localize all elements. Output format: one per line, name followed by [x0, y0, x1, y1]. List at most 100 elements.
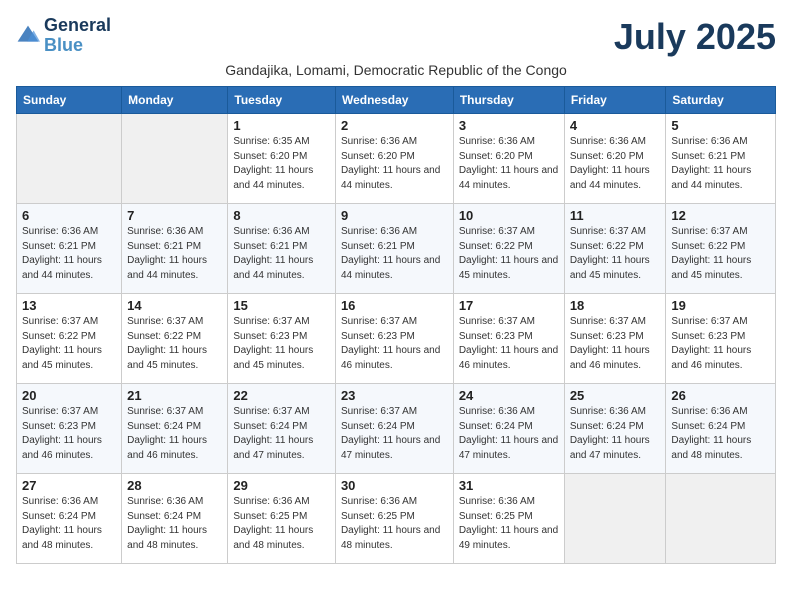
weekday-header: Sunday: [17, 87, 122, 114]
day-info: Sunrise: 6:36 AM Sunset: 6:20 PM Dayligh…: [459, 135, 559, 193]
day-info: Sunrise: 6:37 AM Sunset: 6:23 PM Dayligh…: [233, 315, 330, 373]
day-number: 23: [341, 388, 448, 403]
calendar-cell: [666, 474, 776, 564]
calendar-cell: 4 Sunrise: 6:36 AM Sunset: 6:20 PM Daylig…: [564, 114, 666, 204]
calendar-header-row: SundayMondayTuesdayWednesdayThursdayFrid…: [17, 87, 776, 114]
day-info: Sunrise: 6:37 AM Sunset: 6:23 PM Dayligh…: [22, 405, 116, 463]
day-number: 3: [459, 118, 559, 133]
day-number: 6: [22, 208, 116, 223]
day-info: Sunrise: 6:36 AM Sunset: 6:25 PM Dayligh…: [341, 495, 448, 553]
logo: General Blue: [16, 16, 111, 56]
day-info: Sunrise: 6:36 AM Sunset: 6:24 PM Dayligh…: [22, 495, 116, 553]
calendar-cell: 16 Sunrise: 6:37 AM Sunset: 6:23 PM Dayli…: [335, 294, 453, 384]
day-info: Sunrise: 6:36 AM Sunset: 6:25 PM Dayligh…: [459, 495, 559, 553]
calendar-cell: 8 Sunrise: 6:36 AM Sunset: 6:21 PM Daylig…: [228, 204, 336, 294]
calendar-cell: 12 Sunrise: 6:37 AM Sunset: 6:22 PM Dayli…: [666, 204, 776, 294]
weekday-header: Monday: [122, 87, 228, 114]
month-title: July 2025: [614, 16, 776, 58]
day-info: Sunrise: 6:37 AM Sunset: 6:22 PM Dayligh…: [127, 315, 222, 373]
calendar-cell: 25 Sunrise: 6:36 AM Sunset: 6:24 PM Dayli…: [564, 384, 666, 474]
day-info: Sunrise: 6:36 AM Sunset: 6:21 PM Dayligh…: [233, 225, 330, 283]
day-info: Sunrise: 6:36 AM Sunset: 6:24 PM Dayligh…: [671, 405, 770, 463]
day-info: Sunrise: 6:37 AM Sunset: 6:24 PM Dayligh…: [233, 405, 330, 463]
calendar-cell: 18Sunrise: 6:37 AM Sunset: 6:23 PM Dayli…: [564, 294, 666, 384]
day-info: Sunrise: 6:36 AM Sunset: 6:21 PM Dayligh…: [127, 225, 222, 283]
weekday-header: Saturday: [666, 87, 776, 114]
day-info: Sunrise: 6:37 AM Sunset: 6:22 PM Dayligh…: [671, 225, 770, 283]
logo-text: General Blue: [44, 16, 111, 56]
weekday-header: Friday: [564, 87, 666, 114]
day-info: Sunrise: 6:35 AM Sunset: 6:20 PM Dayligh…: [233, 135, 330, 193]
weekday-header: Thursday: [453, 87, 564, 114]
calendar-cell: 3 Sunrise: 6:36 AM Sunset: 6:20 PM Daylig…: [453, 114, 564, 204]
page-header: General Blue July 2025: [16, 16, 776, 58]
day-info: Sunrise: 6:36 AM Sunset: 6:20 PM Dayligh…: [570, 135, 661, 193]
day-info: Sunrise: 6:37 AM Sunset: 6:22 PM Dayligh…: [459, 225, 559, 283]
day-info: Sunrise: 6:37 AM Sunset: 6:24 PM Dayligh…: [341, 405, 448, 463]
calendar-cell: 21Sunrise: 6:37 AM Sunset: 6:24 PM Dayli…: [122, 384, 228, 474]
day-number: 26: [671, 388, 770, 403]
calendar-cell: 15 Sunrise: 6:37 AM Sunset: 6:23 PM Dayli…: [228, 294, 336, 384]
calendar-cell: 17Sunrise: 6:37 AM Sunset: 6:23 PM Dayli…: [453, 294, 564, 384]
calendar-week-row: 6 Sunrise: 6:36 AM Sunset: 6:21 PM Daylig…: [17, 204, 776, 294]
day-number: 28: [127, 478, 222, 493]
day-number: 13: [22, 298, 116, 313]
day-number: 19: [671, 298, 770, 313]
day-number: 2: [341, 118, 448, 133]
calendar-table: SundayMondayTuesdayWednesdayThursdayFrid…: [16, 86, 776, 564]
day-number: 15: [233, 298, 330, 313]
calendar-week-row: 1 Sunrise: 6:35 AM Sunset: 6:20 PM Daylig…: [17, 114, 776, 204]
page-subtitle: Gandajika, Lomami, Democratic Republic o…: [16, 62, 776, 78]
day-number: 21: [127, 388, 222, 403]
day-info: Sunrise: 6:36 AM Sunset: 6:21 PM Dayligh…: [671, 135, 770, 193]
day-info: Sunrise: 6:37 AM Sunset: 6:22 PM Dayligh…: [22, 315, 116, 373]
day-info: Sunrise: 6:36 AM Sunset: 6:25 PM Dayligh…: [233, 495, 330, 553]
day-number: 11: [570, 208, 661, 223]
calendar-cell: 26 Sunrise: 6:36 AM Sunset: 6:24 PM Dayli…: [666, 384, 776, 474]
calendar-cell: 19Sunrise: 6:37 AM Sunset: 6:23 PM Dayli…: [666, 294, 776, 384]
calendar-cell: 23 Sunrise: 6:37 AM Sunset: 6:24 PM Dayli…: [335, 384, 453, 474]
day-info: Sunrise: 6:36 AM Sunset: 6:24 PM Dayligh…: [459, 405, 559, 463]
day-info: Sunrise: 6:36 AM Sunset: 6:20 PM Dayligh…: [341, 135, 448, 193]
calendar-cell: [17, 114, 122, 204]
calendar-cell: 9Sunrise: 6:36 AM Sunset: 6:21 PM Daylig…: [335, 204, 453, 294]
day-info: Sunrise: 6:37 AM Sunset: 6:23 PM Dayligh…: [341, 315, 448, 373]
calendar-cell: 5Sunrise: 6:36 AM Sunset: 6:21 PM Daylig…: [666, 114, 776, 204]
day-number: 20: [22, 388, 116, 403]
day-info: Sunrise: 6:36 AM Sunset: 6:21 PM Dayligh…: [22, 225, 116, 283]
day-number: 22: [233, 388, 330, 403]
day-info: Sunrise: 6:36 AM Sunset: 6:24 PM Dayligh…: [570, 405, 661, 463]
calendar-cell: 31Sunrise: 6:36 AM Sunset: 6:25 PM Dayli…: [453, 474, 564, 564]
logo-icon: [16, 24, 40, 48]
day-number: 10: [459, 208, 559, 223]
day-number: 30: [341, 478, 448, 493]
day-info: Sunrise: 6:36 AM Sunset: 6:24 PM Dayligh…: [127, 495, 222, 553]
day-info: Sunrise: 6:37 AM Sunset: 6:23 PM Dayligh…: [459, 315, 559, 373]
day-number: 14: [127, 298, 222, 313]
day-number: 16: [341, 298, 448, 313]
calendar-cell: 1 Sunrise: 6:35 AM Sunset: 6:20 PM Daylig…: [228, 114, 336, 204]
day-number: 29: [233, 478, 330, 493]
day-number: 27: [22, 478, 116, 493]
day-number: 1: [233, 118, 330, 133]
calendar-cell: [564, 474, 666, 564]
calendar-cell: 6 Sunrise: 6:36 AM Sunset: 6:21 PM Daylig…: [17, 204, 122, 294]
day-number: 12: [671, 208, 770, 223]
day-number: 8: [233, 208, 330, 223]
calendar-cell: 22 Sunrise: 6:37 AM Sunset: 6:24 PM Dayli…: [228, 384, 336, 474]
day-number: 25: [570, 388, 661, 403]
calendar-cell: 28 Sunrise: 6:36 AM Sunset: 6:24 PM Dayli…: [122, 474, 228, 564]
calendar-cell: 13 Sunrise: 6:37 AM Sunset: 6:22 PM Dayli…: [17, 294, 122, 384]
calendar-cell: 7 Sunrise: 6:36 AM Sunset: 6:21 PM Daylig…: [122, 204, 228, 294]
calendar-cell: 20 Sunrise: 6:37 AM Sunset: 6:23 PM Dayli…: [17, 384, 122, 474]
calendar-cell: 30 Sunrise: 6:36 AM Sunset: 6:25 PM Dayli…: [335, 474, 453, 564]
day-number: 24: [459, 388, 559, 403]
calendar-cell: [122, 114, 228, 204]
calendar-cell: 29 Sunrise: 6:36 AM Sunset: 6:25 PM Dayli…: [228, 474, 336, 564]
calendar-week-row: 20 Sunrise: 6:37 AM Sunset: 6:23 PM Dayli…: [17, 384, 776, 474]
day-number: 4: [570, 118, 661, 133]
calendar-cell: 14 Sunrise: 6:37 AM Sunset: 6:22 PM Dayli…: [122, 294, 228, 384]
day-info: Sunrise: 6:36 AM Sunset: 6:21 PM Dayligh…: [341, 225, 448, 283]
calendar-cell: 10 Sunrise: 6:37 AM Sunset: 6:22 PM Dayli…: [453, 204, 564, 294]
day-number: 7: [127, 208, 222, 223]
